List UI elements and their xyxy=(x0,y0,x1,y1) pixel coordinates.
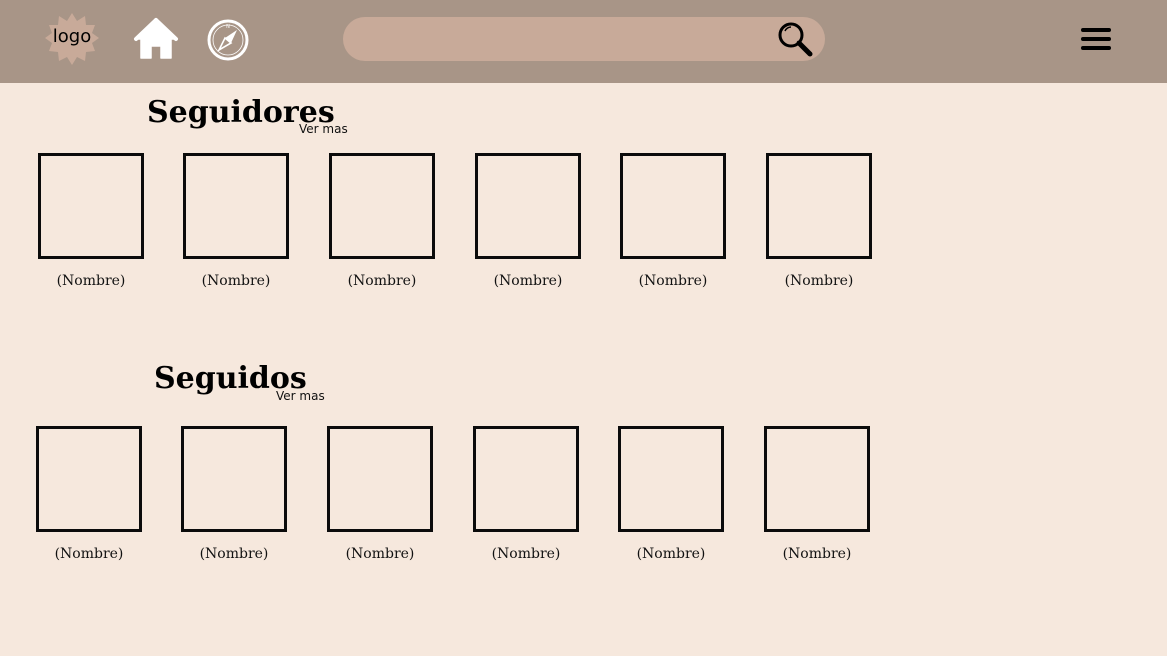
following-card[interactable]: (Nombre) xyxy=(327,426,433,562)
following-name: (Nombre) xyxy=(782,546,852,562)
avatar[interactable] xyxy=(764,426,870,532)
avatar[interactable] xyxy=(475,153,581,259)
avatar[interactable] xyxy=(473,426,579,532)
follower-card[interactable]: (Nombre) xyxy=(329,153,435,289)
menu-line-icon xyxy=(1081,37,1111,41)
followers-see-more-link[interactable]: Ver mas xyxy=(299,122,348,136)
explore-button[interactable]: N xyxy=(206,18,250,62)
following-card[interactable]: (Nombre) xyxy=(36,426,142,562)
search-bar xyxy=(343,17,825,61)
following-name: (Nombre) xyxy=(345,546,415,562)
follower-name: (Nombre) xyxy=(638,273,708,289)
following-name: (Nombre) xyxy=(54,546,124,562)
following-name: (Nombre) xyxy=(636,546,706,562)
home-icon xyxy=(134,18,178,59)
follower-name: (Nombre) xyxy=(201,273,271,289)
follower-card[interactable]: (Nombre) xyxy=(766,153,872,289)
avatar[interactable] xyxy=(620,153,726,259)
top-navigation-bar: logo N xyxy=(0,0,1167,83)
follower-card[interactable]: (Nombre) xyxy=(183,153,289,289)
avatar[interactable] xyxy=(38,153,144,259)
compass-icon: N xyxy=(207,19,249,61)
avatar[interactable] xyxy=(766,153,872,259)
following-card[interactable]: (Nombre) xyxy=(181,426,287,562)
svg-text:N: N xyxy=(226,24,230,30)
following-see-more-link[interactable]: Ver mas xyxy=(276,389,325,403)
follower-name: (Nombre) xyxy=(493,273,563,289)
avatar[interactable] xyxy=(329,153,435,259)
following-name: (Nombre) xyxy=(491,546,561,562)
avatar[interactable] xyxy=(618,426,724,532)
avatar[interactable] xyxy=(183,153,289,259)
following-name: (Nombre) xyxy=(199,546,269,562)
follower-name: (Nombre) xyxy=(784,273,854,289)
menu-line-icon xyxy=(1081,46,1111,50)
following-card[interactable]: (Nombre) xyxy=(618,426,724,562)
avatar[interactable] xyxy=(36,426,142,532)
follower-name: (Nombre) xyxy=(56,273,126,289)
menu-line-icon xyxy=(1081,28,1111,32)
search-input[interactable] xyxy=(361,23,775,57)
home-button[interactable] xyxy=(133,17,179,61)
hamburger-menu-button[interactable] xyxy=(1080,25,1112,53)
follower-card[interactable]: (Nombre) xyxy=(475,153,581,289)
search-icon[interactable] xyxy=(777,21,813,57)
follower-card[interactable]: (Nombre) xyxy=(38,153,144,289)
avatar[interactable] xyxy=(181,426,287,532)
follower-name: (Nombre) xyxy=(347,273,417,289)
following-card[interactable]: (Nombre) xyxy=(473,426,579,562)
avatar[interactable] xyxy=(327,426,433,532)
following-card[interactable]: (Nombre) xyxy=(764,426,870,562)
follower-card[interactable]: (Nombre) xyxy=(620,153,726,289)
logo[interactable]: logo xyxy=(44,12,100,68)
logo-text: logo xyxy=(52,26,92,47)
